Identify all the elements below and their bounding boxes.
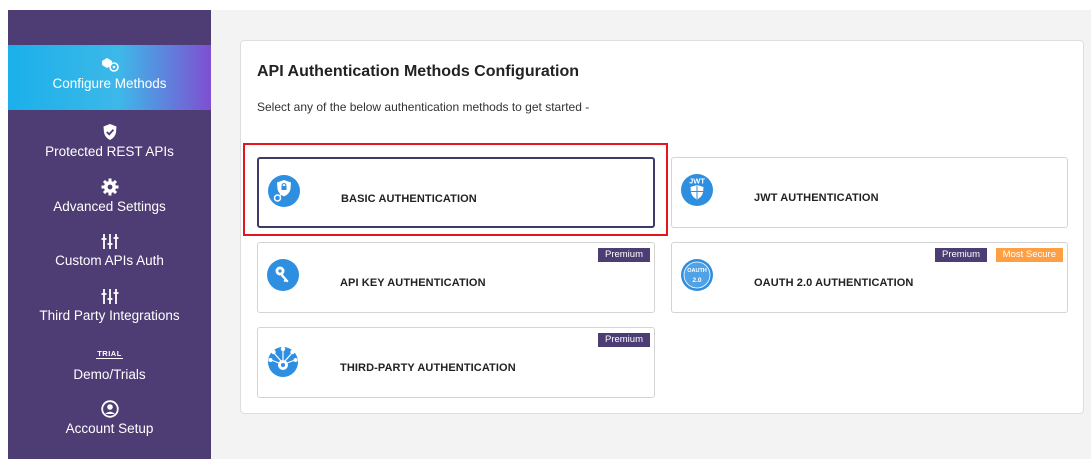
card-label: OAUTH 2.0 AUTHENTICATION bbox=[754, 277, 914, 289]
api-key-authentication-card[interactable]: Premium API KEY AUTHENTICATION bbox=[257, 242, 655, 313]
card-label: API KEY AUTHENTICATION bbox=[340, 277, 486, 289]
gear-key-icon bbox=[101, 58, 119, 72]
sliders-icon bbox=[101, 234, 118, 249]
sidebar-item-label: Custom APIs Auth bbox=[55, 253, 164, 268]
user-circle-icon bbox=[100, 400, 119, 418]
key-icon bbox=[267, 259, 299, 291]
oauth-authentication-card[interactable]: Premium Most Secure OAUTH 2.0 OAUTH 2.0 … bbox=[671, 242, 1068, 313]
svg-text:OAUTH: OAUTH bbox=[687, 268, 707, 274]
jwt-authentication-card[interactable]: JWT JWT AUTHENTICATION bbox=[671, 157, 1068, 228]
network-icon bbox=[268, 346, 298, 377]
trial-icon: TRIAL bbox=[96, 349, 123, 359]
sidebar-item-configure-methods[interactable]: Configure Methods bbox=[8, 45, 211, 110]
sliders-icon bbox=[101, 289, 118, 304]
sidebar-item-label: Demo/Trials bbox=[73, 367, 146, 382]
premium-badge: Premium bbox=[597, 333, 650, 347]
sidebar-item-third-party-integrations[interactable]: Third Party Integrations bbox=[8, 285, 211, 345]
sidebar-item-custom-apis-auth[interactable]: Custom APIs Auth bbox=[8, 230, 211, 290]
most-secure-badge: Most Secure bbox=[995, 248, 1063, 262]
auth-methods-panel: API Authentication Methods Configuration… bbox=[240, 40, 1084, 414]
main-content: API Authentication Methods Configuration… bbox=[211, 10, 1091, 459]
premium-badge: Premium bbox=[934, 248, 987, 262]
jwt-shield-icon: JWT bbox=[681, 174, 713, 206]
basic-authentication-card[interactable]: BASIC AUTHENTICATION bbox=[257, 157, 655, 228]
sidebar-item-protected-rest-apis[interactable]: Protected REST APIs bbox=[8, 120, 211, 180]
card-label: BASIC AUTHENTICATION bbox=[341, 193, 477, 205]
card-label: THIRD-PARTY AUTHENTICATION bbox=[340, 362, 516, 374]
jwt-icon-text: JWT bbox=[689, 177, 705, 186]
sidebar-item-account-setup[interactable]: Account Setup bbox=[8, 397, 211, 457]
svg-text:2.0: 2.0 bbox=[692, 277, 701, 284]
sidebar-item-label: Configure Methods bbox=[52, 76, 167, 91]
third-party-authentication-card[interactable]: Premium THIRD-PARTY AUTHENTICATION bbox=[257, 327, 655, 398]
page-subtitle: Select any of the below authentication m… bbox=[257, 100, 590, 114]
shield-check-icon bbox=[103, 124, 116, 140]
sidebar-item-label: Protected REST APIs bbox=[45, 144, 174, 159]
sidebar-item-label: Advanced Settings bbox=[53, 199, 166, 214]
sidebar-item-advanced-settings[interactable]: Advanced Settings bbox=[8, 175, 211, 235]
gear-icon bbox=[101, 178, 118, 196]
sidebar-item-label: Third Party Integrations bbox=[39, 308, 180, 323]
card-label: JWT AUTHENTICATION bbox=[754, 192, 879, 204]
shield-key-icon bbox=[268, 175, 300, 207]
sidebar: Configure Methods Protected REST APIs Ad… bbox=[8, 10, 211, 459]
sidebar-item-demo-trials[interactable]: TRIAL Demo/Trials bbox=[8, 343, 211, 403]
premium-badge: Premium bbox=[597, 248, 650, 262]
oauth-icon: OAUTH 2.0 bbox=[681, 259, 713, 291]
sidebar-item-label: Account Setup bbox=[65, 421, 154, 436]
page-title: API Authentication Methods Configuration bbox=[257, 63, 580, 80]
